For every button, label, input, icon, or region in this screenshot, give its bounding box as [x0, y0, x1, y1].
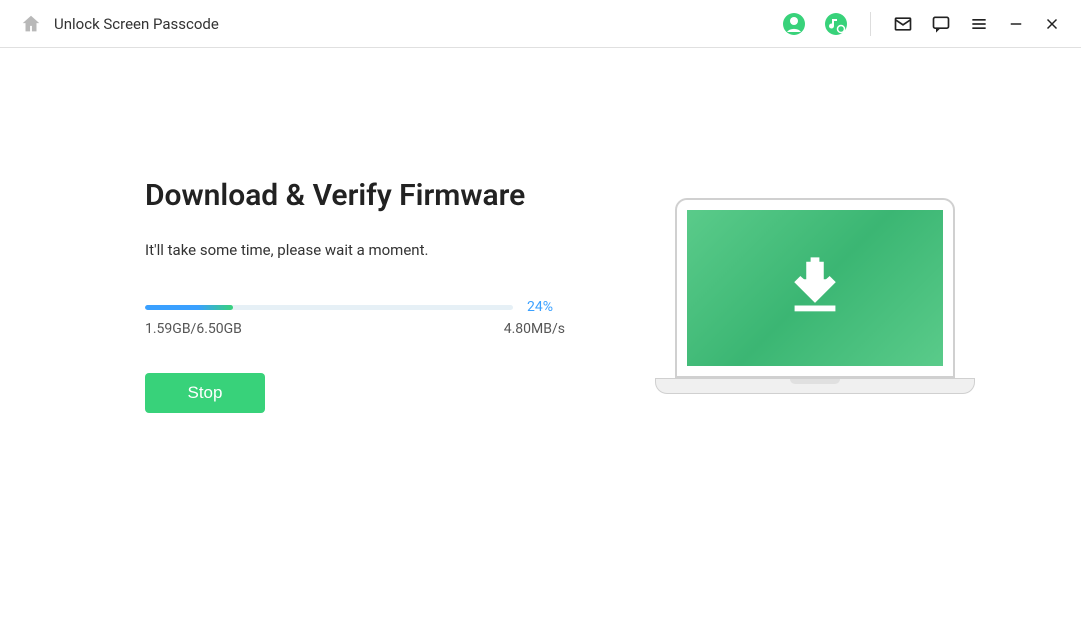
- main-content: Download & Verify Firmware It'll take so…: [0, 48, 1081, 413]
- user-icon[interactable]: [782, 12, 806, 36]
- title-right: [782, 12, 1061, 36]
- subtext: It'll take some time, please wait a mome…: [145, 241, 565, 259]
- close-icon[interactable]: [1043, 15, 1061, 33]
- stats-row: 1.59GB/6.50GB 4.80MB/s: [145, 321, 565, 337]
- title-bar: Unlock Screen Passcode: [0, 0, 1081, 48]
- title-left: Unlock Screen Passcode: [20, 13, 782, 35]
- progress-row: 24%: [145, 299, 565, 315]
- right-panel: [645, 178, 985, 413]
- home-icon[interactable]: [20, 13, 42, 35]
- progress-fill: [145, 305, 233, 310]
- progress-bar: [145, 305, 513, 310]
- download-icon: [780, 253, 850, 323]
- minimize-icon[interactable]: [1007, 15, 1025, 33]
- progress-percent: 24%: [527, 299, 565, 315]
- download-speed: 4.80MB/s: [504, 321, 565, 337]
- downloaded-size: 1.59GB/6.50GB: [145, 321, 242, 337]
- stop-button[interactable]: Stop: [145, 373, 265, 413]
- page-heading: Download & Verify Firmware: [145, 178, 565, 213]
- divider: [870, 12, 871, 36]
- laptop-base: [655, 378, 975, 394]
- laptop-screen-outer: [675, 198, 955, 378]
- left-panel: Download & Verify Firmware It'll take so…: [145, 178, 565, 413]
- mail-icon[interactable]: [893, 14, 913, 34]
- music-search-icon[interactable]: [824, 12, 848, 36]
- laptop-screen-inner: [687, 210, 943, 366]
- window-title: Unlock Screen Passcode: [54, 15, 219, 33]
- laptop-notch: [790, 379, 840, 384]
- menu-icon[interactable]: [969, 14, 989, 34]
- laptop-illustration: [655, 198, 975, 394]
- feedback-icon[interactable]: [931, 14, 951, 34]
